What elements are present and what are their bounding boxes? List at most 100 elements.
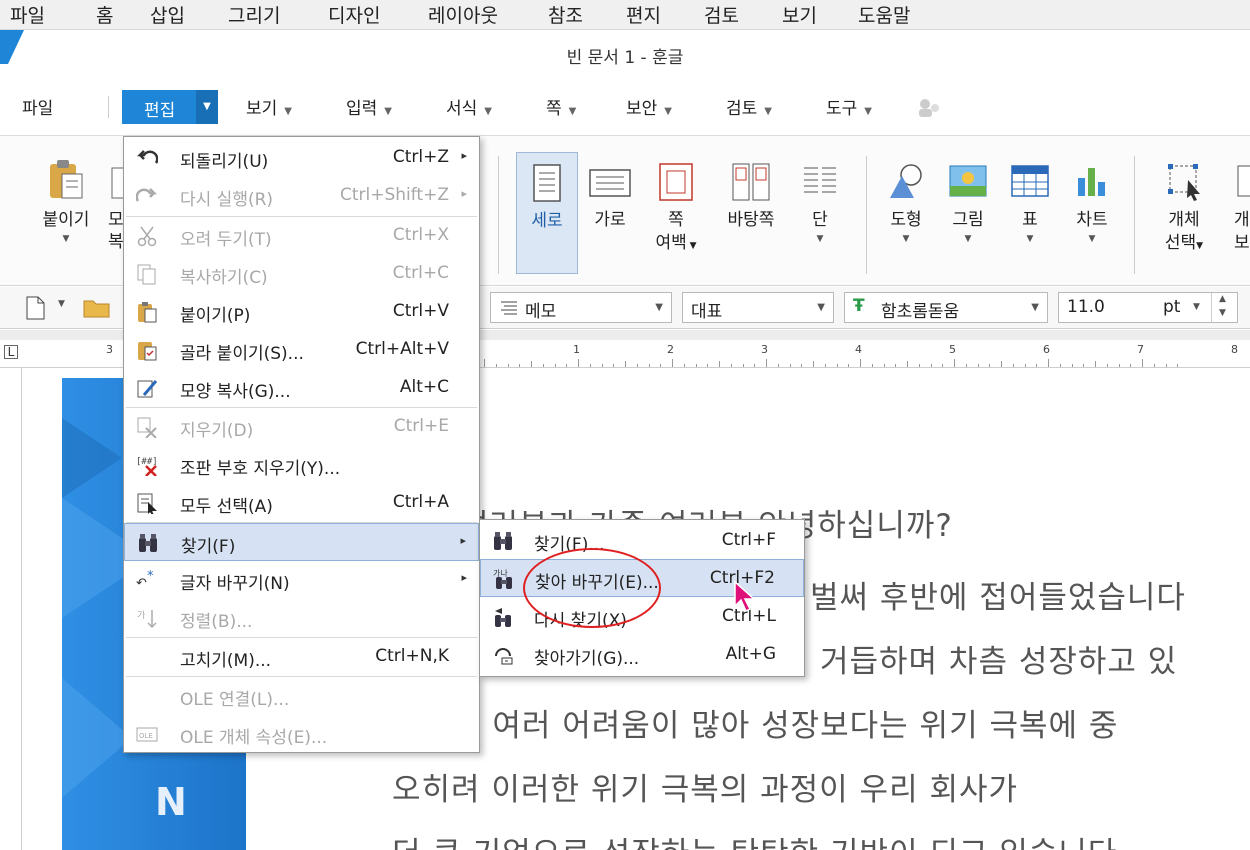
menu-item-label: 골라 붙이기(S)... <box>180 344 304 364</box>
menu-item-copy[interactable]: 복사하기(C) Ctrl+C <box>124 255 479 293</box>
menu-security[interactable]: 보안 ▼ <box>626 94 672 119</box>
picture-label: 그림 <box>952 210 984 230</box>
menu-item-label: 모양 복사(G)... <box>180 382 291 402</box>
outer-menu-insert[interactable]: 삽입 <box>150 1 185 28</box>
table-button[interactable]: 표 ▼ <box>1004 162 1056 244</box>
menu-item-cut[interactable]: 오려 두기(T) Ctrl+X <box>124 217 479 255</box>
menu-item-label: 정렬(B)... <box>180 612 253 632</box>
chevron-down-icon: ▼ <box>1031 302 1039 313</box>
outer-menu-view[interactable]: 보기 <box>782 1 817 28</box>
menu-view[interactable]: 보기 ▼ <box>246 94 292 119</box>
doc-line-5: 오히려 이러한 위기 극복의 과정이 우리 회사가 <box>392 772 1019 808</box>
table-label: 표 <box>1022 210 1038 230</box>
spin-up-icon[interactable]: ▲ <box>1219 294 1226 304</box>
menu-item-erase[interactable]: 지우기(D) Ctrl+E <box>124 408 479 446</box>
ruler-tick <box>895 364 897 367</box>
master-page-icon <box>732 163 770 201</box>
menu-item-paste[interactable]: 붙이기(P) Ctrl+V <box>124 293 479 331</box>
menu-review[interactable]: 검토 ▼ <box>726 94 772 119</box>
binoculars-icon <box>139 534 157 552</box>
menu-review-label: 검토 <box>726 99 758 119</box>
menu-file[interactable]: 파일 <box>22 94 53 119</box>
menu-item-correct[interactable]: 고치기(M)... Ctrl+N,K <box>124 638 479 676</box>
landscape-button[interactable]: 가로 <box>582 162 638 232</box>
font-size-field[interactable]: 11.0 pt ▼ ▲ ▼ <box>1058 292 1238 323</box>
open-folder-icon[interactable] <box>82 296 112 320</box>
ruler-number: 2 <box>667 343 674 356</box>
ruler-tick <box>777 364 779 367</box>
menu-tools[interactable]: 도구 ▼ <box>826 94 872 119</box>
chart-button[interactable]: 차트 ▼ <box>1066 162 1118 244</box>
style-select[interactable]: 메모 ▼ <box>490 292 672 323</box>
outer-menu-draw[interactable]: 그리기 <box>228 1 280 28</box>
menu-item-change-case[interactable]: ↶ * 글자 바꾸기(N) ▸ <box>124 561 479 599</box>
submenu-item-goto[interactable]: 찾아가기(G)... Alt+G <box>480 636 804 674</box>
tab-stop-icon[interactable]: L <box>4 345 18 359</box>
shape-label: 도형 <box>890 210 922 230</box>
menu-item-label: OLE 연결(L)... <box>180 690 290 710</box>
menu-item-undo[interactable]: 되돌리기(U) Ctrl+Z ▸ <box>124 139 479 177</box>
submenu-item-find[interactable]: 찾기(F)... Ctrl+F <box>480 522 804 560</box>
new-document-icon[interactable] <box>24 295 46 321</box>
chevron-down-icon: ▼ <box>655 302 663 313</box>
menu-item-label: 찾아가기(G)... <box>534 649 640 669</box>
outer-menu-file[interactable]: 파일 <box>10 1 45 28</box>
outer-menu-layout[interactable]: 레이아웃 <box>428 1 498 28</box>
menu-item-select-all[interactable]: 모두 선택(A) Ctrl+A <box>124 484 479 522</box>
menu-input-label: 입력 <box>346 99 378 119</box>
columns-button[interactable]: 단 ▼ <box>794 162 846 244</box>
outer-menu-mailings[interactable]: 편지 <box>626 1 661 28</box>
paste-button[interactable]: 붙이기 ▼ <box>28 158 104 244</box>
page-margin-icon <box>659 163 693 201</box>
menu-page[interactable]: 쪽 ▼ <box>546 94 576 119</box>
shape-icon <box>890 164 922 198</box>
chevron-down-icon: ▼ <box>902 234 910 244</box>
menu-format[interactable]: 서식 ▼ <box>446 94 492 119</box>
spin-down-icon[interactable]: ▼ <box>1219 308 1226 318</box>
picture-button[interactable]: 그림 ▼ <box>942 162 994 244</box>
copy-ribbon-button[interactable]: 모 복 <box>108 158 124 252</box>
object-select-button[interactable]: 개체 선택▼ <box>1152 162 1216 257</box>
master-page-button[interactable]: 바탕쪽 <box>716 162 786 232</box>
language-select[interactable]: 대표 ▼ <box>682 292 834 323</box>
chevron-down-icon[interactable]: ▼ <box>58 299 65 309</box>
menu-item-find[interactable]: 찾기(F) ▸ <box>124 523 479 561</box>
more-icon <box>1237 165 1250 197</box>
menu-item-redo[interactable]: 다시 실행(R) Ctrl+Shift+Z ▸ <box>124 177 479 215</box>
landscape-label: 가로 <box>594 210 626 230</box>
delete-marks-icon: [##] <box>136 457 158 476</box>
menu-item-paste-special[interactable]: 골라 붙이기(S)... Ctrl+Alt+V <box>124 331 479 369</box>
svg-text:가나: 가나 <box>493 569 508 578</box>
shape-button[interactable]: 도형 ▼ <box>880 162 932 244</box>
ruler-number: 4 <box>855 343 862 356</box>
menu-item-ole-properties[interactable]: OLE OLE 개체 속성(E)... <box>124 715 479 753</box>
ruler-tick <box>742 364 744 367</box>
menu-edit[interactable]: 편집 ▼ <box>122 90 218 124</box>
font-select[interactable]: Ŧ 함초롬돋움 ▼ <box>844 292 1048 323</box>
paste-icon <box>138 302 157 323</box>
outer-menu-references[interactable]: 참조 <box>548 1 583 28</box>
menu-item-shortcut: Alt+C <box>399 377 449 397</box>
outer-menu-review[interactable]: 검토 <box>704 1 739 28</box>
page-margin-button[interactable]: 쪽 여백 ▼ <box>646 162 706 257</box>
menu-item-label: 모두 선택(A) <box>180 497 273 517</box>
chevron-down-icon[interactable]: ▼ <box>1193 302 1200 312</box>
portrait-button[interactable]: 세로 <box>516 152 578 274</box>
menu-input[interactable]: 입력 ▼ <box>346 94 392 119</box>
outer-menu-help[interactable]: 도움말 <box>858 1 910 28</box>
menu-item-sort[interactable]: 가 정렬(B)... <box>124 599 479 637</box>
menu-item-label: 고치기(M)... <box>180 651 272 671</box>
menu-item-delete-marks[interactable]: [##] 조판 부호 지우기(Y)... <box>124 446 479 484</box>
share-icon[interactable] <box>916 96 942 120</box>
menu-item-format-painter[interactable]: 모양 복사(G)... Alt+C <box>124 369 479 407</box>
chevron-down-icon[interactable]: ▼ <box>196 90 218 124</box>
more-ribbon-button[interactable]: 개 보 <box>1234 162 1250 254</box>
title-bar: 빈 문서 1 - 훈글 <box>0 30 1250 78</box>
portrait-page-icon <box>533 164 561 202</box>
portrait-label: 세로 <box>531 211 563 231</box>
outer-menu-design[interactable]: 디자인 <box>328 1 380 28</box>
outer-menu-home[interactable]: 홈 <box>96 1 113 28</box>
menu-item-ole-link[interactable]: OLE 연결(L)... <box>124 677 479 715</box>
menu-item-label: 조판 부호 지우기(Y)... <box>180 459 341 479</box>
chevron-down-icon: ▼ <box>384 106 392 117</box>
